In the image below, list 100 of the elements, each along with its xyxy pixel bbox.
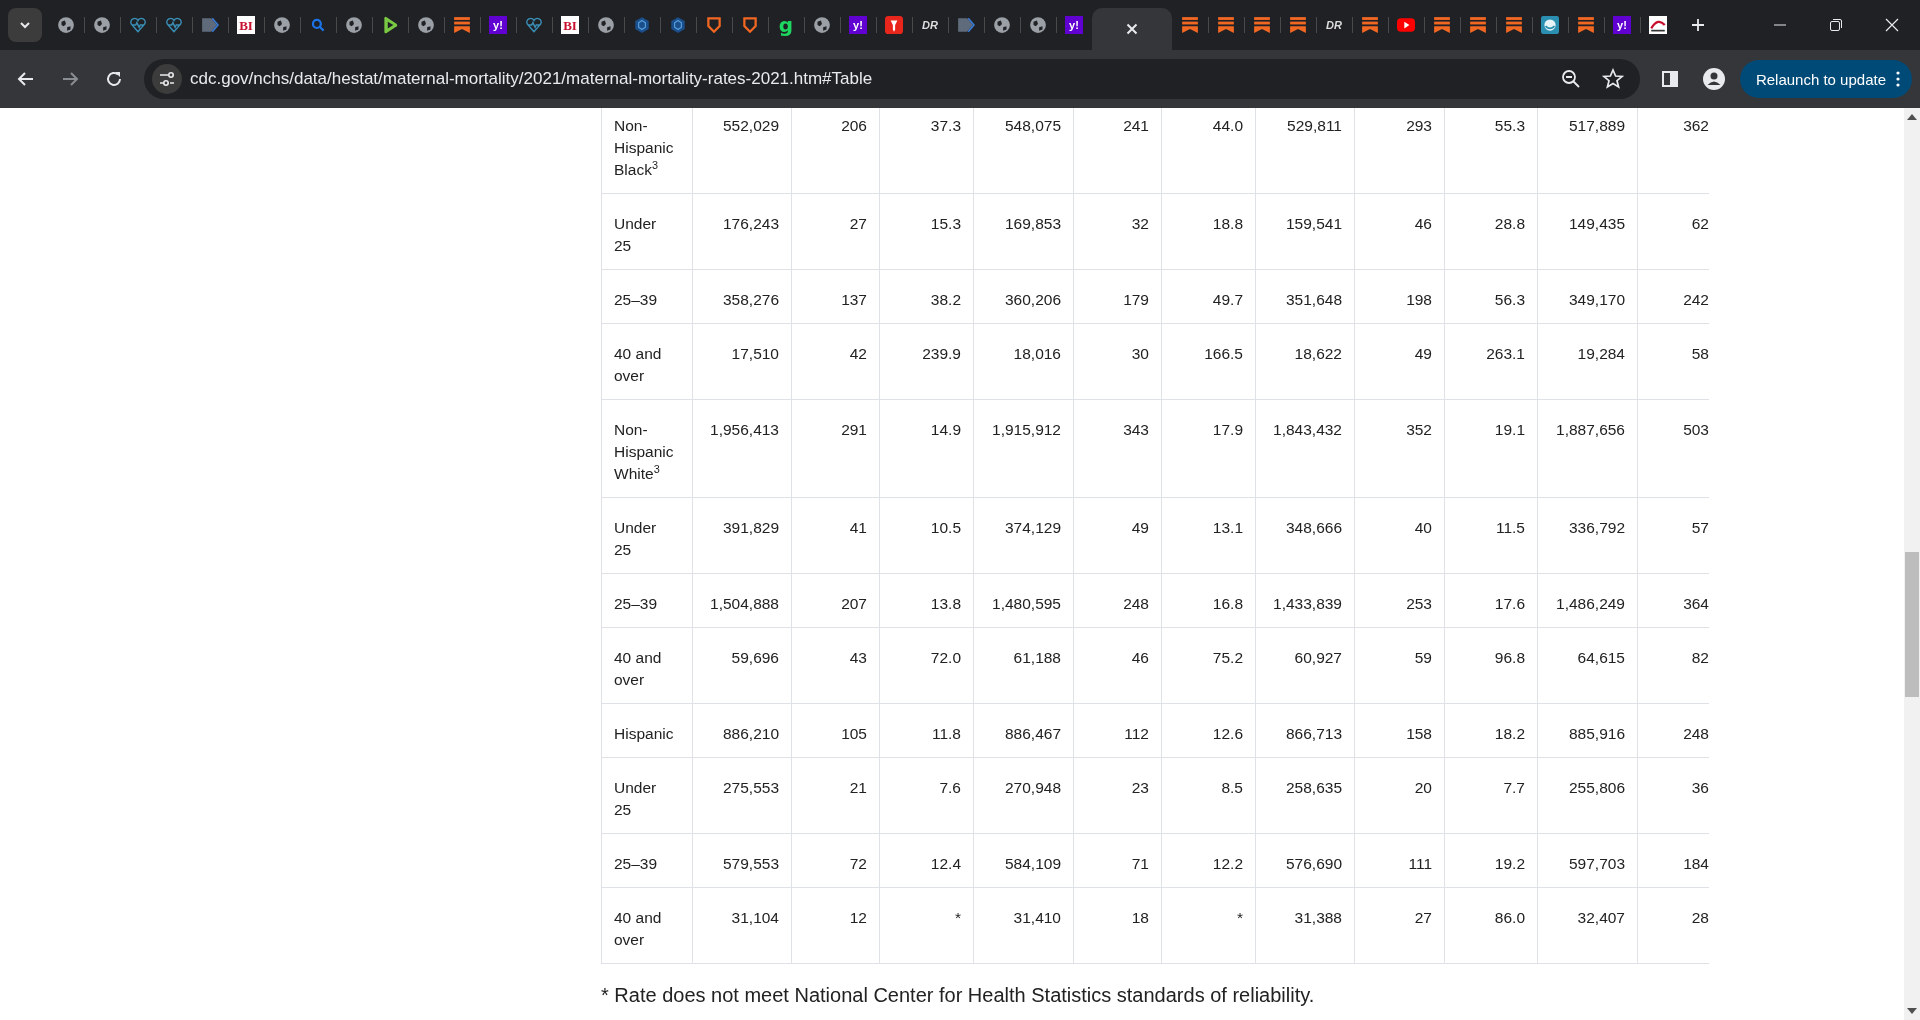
browser-tab[interactable]: y! (1604, 0, 1640, 50)
logo-icon[interactable]: DR (920, 16, 940, 34)
table-cell: 13.1 (1161, 497, 1256, 574)
scrollbar[interactable] (1904, 108, 1920, 1020)
scroll-up-icon[interactable] (1907, 114, 1917, 120)
globe-icon[interactable] (993, 16, 1011, 34)
browser-tab[interactable]: y! (480, 0, 516, 50)
heart-icon[interactable] (165, 16, 183, 34)
plus-icon[interactable] (1690, 17, 1706, 33)
play-icon[interactable] (381, 16, 399, 34)
forward-arrow-icon[interactable] (61, 70, 79, 88)
table-cell: 15.3 (879, 193, 974, 270)
tab-search-button[interactable] (8, 8, 42, 42)
table-cell: 17,510 (692, 323, 792, 400)
table-cell: 17.6 (1444, 573, 1538, 628)
table-cell: 14.9 (879, 399, 974, 498)
hexagon-icon[interactable] (669, 16, 687, 34)
logo-icon[interactable]: BI (237, 16, 255, 34)
row-label: Non-Hispanic Black$^{3}$ (601, 108, 693, 194)
logo-icon[interactable]: y! (1065, 16, 1083, 34)
bookmark-icon[interactable] (1217, 16, 1235, 34)
scrollbar-thumb[interactable] (1905, 552, 1919, 697)
table-cell: 239.9 (879, 323, 974, 400)
table-cell: 358,276 (692, 269, 792, 324)
row-label: 40 and over (601, 323, 693, 400)
chevron-icon[interactable] (957, 16, 975, 34)
table-cell: 64,615 (1537, 627, 1638, 704)
profile-icon[interactable] (1702, 68, 1725, 90)
logo-icon[interactable]: g (777, 16, 795, 34)
chart-icon[interactable] (1649, 16, 1667, 34)
globe-icon[interactable] (417, 16, 435, 34)
table-cell: 7.6 (879, 757, 974, 834)
globe-icon[interactable] (93, 16, 111, 34)
globe-icon[interactable] (345, 16, 363, 34)
browser-tab[interactable]: BI (552, 0, 588, 50)
reload-icon[interactable] (105, 70, 123, 88)
table-cell: 86.0 (1444, 887, 1538, 964)
bookmark-icon[interactable] (1505, 16, 1523, 34)
logo-icon[interactable]: y! (1613, 16, 1631, 34)
browser-tab[interactable]: y! (1056, 0, 1092, 50)
browser-tab[interactable]: y! (840, 0, 876, 50)
browser-tab[interactable]: g (768, 0, 804, 50)
bookmark-icon[interactable] (1361, 16, 1379, 34)
side-panel-icon[interactable] (1660, 70, 1679, 88)
face-icon[interactable] (1541, 16, 1559, 34)
bookmark-icon[interactable] (1181, 16, 1199, 34)
site-settings-icon[interactable] (152, 64, 182, 94)
browser-tab[interactable]: DR (1316, 0, 1352, 50)
table-cell: 30 (1073, 323, 1162, 400)
table-cell: 12.2 (1161, 833, 1256, 888)
bookmark-icon[interactable] (1469, 16, 1487, 34)
table-cell: 275,553 (692, 757, 792, 834)
globe-icon[interactable] (597, 16, 615, 34)
scroll-down-icon[interactable] (1907, 1008, 1917, 1014)
star-icon[interactable] (1601, 68, 1624, 90)
relaunch-button[interactable]: Relaunch to update (1739, 60, 1912, 98)
logo-icon[interactable]: BI (561, 16, 579, 34)
restore-icon[interactable] (1829, 18, 1843, 32)
table-cell: 576,690 (1255, 833, 1355, 888)
table-cell: 552,029 (692, 108, 792, 194)
bookmark-icon[interactable] (453, 16, 471, 34)
bookmark-icon[interactable] (1577, 16, 1595, 34)
address-bar[interactable]: cdc.gov/nchs/data/hestat/maternal-mortality/2021/maternal-mortality-rates-2021.htm#Table (144, 59, 1640, 99)
url-text[interactable]: cdc.gov/nchs/data/hestat/maternal-mortality/2021/maternal-mortality-rates-2021.htm#Table (190, 69, 1552, 89)
hexagon-icon[interactable] (633, 16, 651, 34)
shield-icon[interactable] (705, 16, 723, 34)
table-cell: 23 (1073, 757, 1162, 834)
shield-icon[interactable] (741, 16, 759, 34)
globe-icon[interactable] (813, 16, 831, 34)
globe-icon[interactable] (57, 16, 75, 34)
bookmark-icon[interactable] (1433, 16, 1451, 34)
logo-icon[interactable]: y! (849, 16, 867, 34)
close-icon[interactable] (1885, 18, 1899, 32)
zoom-out-icon[interactable] (1559, 68, 1582, 90)
table-cell: 17.9 (1161, 399, 1256, 498)
bookmark-icon[interactable] (1289, 16, 1307, 34)
globe-icon[interactable] (1029, 16, 1047, 34)
logo-icon[interactable]: DR (1324, 16, 1344, 34)
chevron-icon[interactable] (201, 16, 219, 34)
pin-icon[interactable] (885, 16, 903, 34)
browser-tab[interactable]: BI (228, 0, 264, 50)
table-cell: 112 (1073, 703, 1162, 758)
table-cell: 548,075 (973, 108, 1074, 194)
row-label: Under 25 (601, 193, 693, 270)
heart-icon[interactable] (525, 16, 543, 34)
table-cell: 27 (1354, 887, 1445, 964)
row-label: 40 and over (601, 887, 693, 964)
browser-tab[interactable]: DR (912, 0, 948, 50)
table-cell: 886,467 (973, 703, 1074, 758)
back-arrow-icon[interactable] (17, 70, 35, 88)
heart-icon[interactable] (129, 16, 147, 34)
more-icon[interactable] (1896, 71, 1900, 87)
table-cell: 49 (1354, 323, 1445, 400)
globe-icon[interactable] (273, 16, 291, 34)
play-icon[interactable] (1397, 16, 1415, 34)
table-cell: 885,916 (1537, 703, 1638, 758)
bookmark-icon[interactable] (1253, 16, 1271, 34)
search-icon[interactable] (309, 16, 327, 34)
row-label: Under 25 (601, 497, 693, 574)
logo-icon[interactable]: y! (489, 16, 507, 34)
